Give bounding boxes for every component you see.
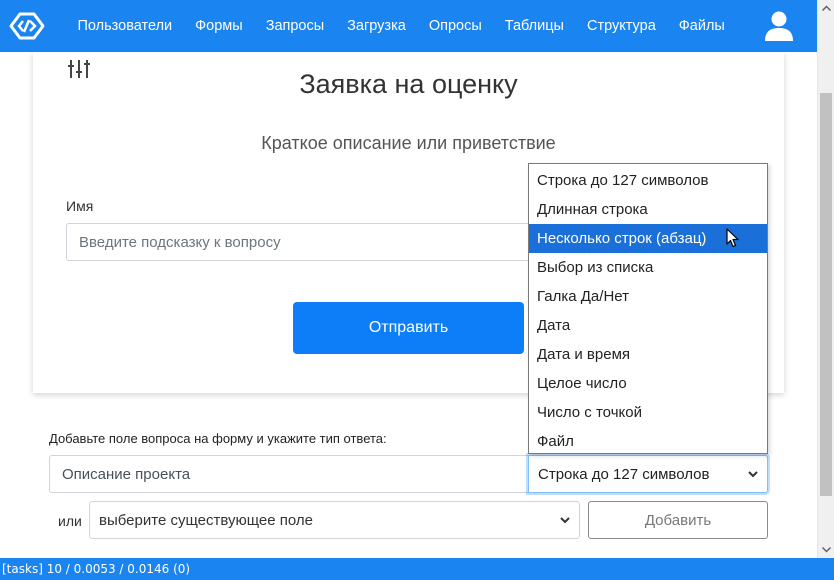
dropdown-option[interactable]: Целое число bbox=[529, 369, 767, 398]
scroll-thumb[interactable] bbox=[820, 93, 832, 496]
dropdown-option[interactable]: Галка Да/Нет bbox=[529, 282, 767, 311]
nav-item-tables[interactable]: Таблицы bbox=[493, 18, 575, 34]
page-scrollbar[interactable] bbox=[817, 0, 834, 558]
chevron-down-icon bbox=[560, 517, 570, 524]
status-text: [tasks] 10 / 0.0053 / 0.0146 (0) bbox=[2, 562, 191, 576]
dropdown-option[interactable]: Дата и время bbox=[529, 340, 767, 369]
dropdown-option[interactable]: Строка до 127 символов bbox=[529, 166, 767, 195]
scroll-down-arrow-icon[interactable] bbox=[818, 541, 834, 558]
nav-item-structure[interactable]: Структура bbox=[575, 18, 667, 34]
nav-item-files[interactable]: Файлы bbox=[667, 18, 736, 34]
dropdown-option[interactable]: Длинная строка bbox=[529, 195, 767, 224]
answer-type-select[interactable]: Строка до 127 символов bbox=[528, 455, 768, 493]
form-description[interactable]: Краткое описание или приветствие bbox=[33, 133, 784, 154]
add-field-label: Добавьте поле вопроса на форму и укажите… bbox=[49, 431, 387, 446]
question-input-value: Описание проекта bbox=[62, 465, 191, 483]
nav-item-users[interactable]: Пользователи bbox=[66, 18, 184, 34]
answer-type-value: Строка до 127 символов bbox=[538, 465, 710, 483]
add-button[interactable]: Добавить bbox=[588, 501, 768, 539]
form-title[interactable]: Заявка на оценку bbox=[33, 69, 784, 100]
dropdown-option[interactable]: Дата bbox=[529, 311, 767, 340]
existing-field-select[interactable]: выберите существующее поле bbox=[89, 501, 580, 539]
field-label[interactable]: Имя bbox=[66, 198, 93, 214]
dropdown-option[interactable]: Выбор из списка bbox=[529, 253, 767, 282]
nav-menu: Пользователи Формы Запросы Загрузка Опро… bbox=[66, 0, 736, 52]
submit-button[interactable]: Отправить bbox=[293, 302, 524, 354]
navbar: Пользователи Формы Запросы Загрузка Опро… bbox=[0, 0, 817, 52]
nav-item-upload[interactable]: Загрузка bbox=[336, 18, 418, 34]
answer-type-dropdown: Строка до 127 символов Длинная строка Не… bbox=[528, 163, 768, 454]
status-bar: [tasks] 10 / 0.0053 / 0.0146 (0) bbox=[0, 558, 834, 580]
nav-item-requests[interactable]: Запросы bbox=[254, 18, 335, 34]
dropdown-option[interactable]: Файл bbox=[529, 427, 767, 456]
dropdown-option[interactable]: Число с точкой bbox=[529, 398, 767, 427]
scroll-up-arrow-icon[interactable] bbox=[818, 0, 834, 17]
nav-item-forms[interactable]: Формы bbox=[184, 18, 255, 34]
mouse-cursor-icon bbox=[726, 228, 739, 248]
logo-icon[interactable] bbox=[8, 10, 46, 42]
user-icon[interactable] bbox=[764, 10, 794, 42]
question-input[interactable]: Описание проекта bbox=[49, 455, 529, 493]
or-label: или bbox=[58, 513, 82, 529]
chevron-down-icon bbox=[748, 471, 758, 478]
existing-field-placeholder: выберите существующее поле bbox=[99, 511, 313, 529]
nav-item-polls[interactable]: Опросы bbox=[417, 18, 493, 34]
